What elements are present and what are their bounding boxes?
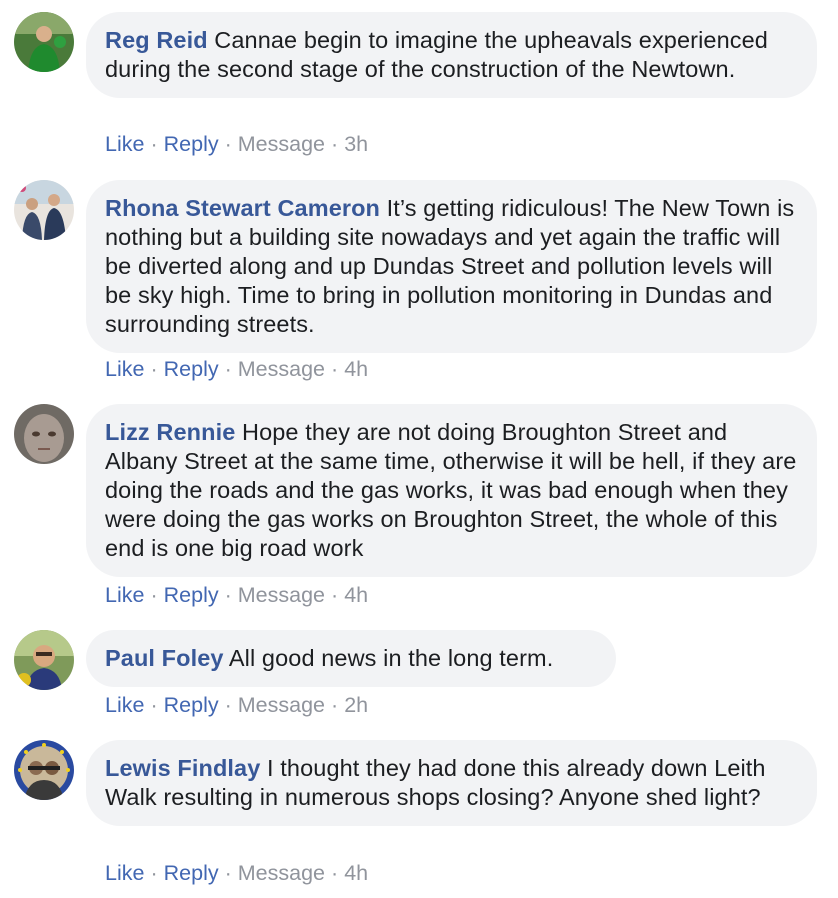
separator: · <box>150 583 158 607</box>
message-link[interactable]: Message <box>238 693 325 717</box>
separator: · <box>224 132 232 156</box>
comment-actions: Like · Reply · Message · 4h <box>105 356 368 382</box>
separator: · <box>331 861 339 885</box>
author-name[interactable]: Lizz Rennie <box>105 419 235 445</box>
author-name[interactable]: Paul Foley <box>105 645 224 671</box>
like-link[interactable]: Like <box>105 693 144 717</box>
timestamp[interactable]: 2h <box>344 693 368 717</box>
comment-bubble: Lewis Findlay I thought they had done th… <box>86 740 817 826</box>
separator: · <box>331 357 339 381</box>
timestamp[interactable]: 4h <box>344 357 368 381</box>
like-link[interactable]: Like <box>105 861 144 885</box>
separator: · <box>331 693 339 717</box>
comment-bubble: Rhona Stewart Cameron It’s getting ridic… <box>86 180 817 353</box>
like-link[interactable]: Like <box>105 583 144 607</box>
avatar[interactable] <box>14 12 74 72</box>
reply-link[interactable]: Reply <box>164 132 219 156</box>
timestamp[interactable]: 4h <box>344 861 368 885</box>
separator: · <box>224 693 232 717</box>
avatar[interactable] <box>14 740 74 800</box>
separator: · <box>331 132 339 156</box>
avatar[interactable] <box>14 630 74 690</box>
reply-link[interactable]: Reply <box>164 693 219 717</box>
avatar[interactable] <box>14 404 74 464</box>
separator: · <box>331 583 339 607</box>
comment-text: All good news in the long term. <box>228 645 554 671</box>
like-link[interactable]: Like <box>105 357 144 381</box>
comment-actions: Like · Reply · Message · 2h <box>105 692 368 718</box>
author-name[interactable]: Rhona Stewart Cameron <box>105 195 380 221</box>
separator: · <box>150 132 158 156</box>
comment-actions: Like · Reply · Message · 4h <box>105 582 368 608</box>
comment-actions: Like · Reply · Message · 3h <box>105 131 368 157</box>
separator: · <box>150 357 158 381</box>
author-name[interactable]: Lewis Findlay <box>105 755 260 781</box>
reply-link[interactable]: Reply <box>164 861 219 885</box>
comment-actions: Like · Reply · Message · 4h <box>105 860 368 886</box>
reply-link[interactable]: Reply <box>164 357 219 381</box>
message-link[interactable]: Message <box>238 357 325 381</box>
separator: · <box>224 861 232 885</box>
timestamp[interactable]: 3h <box>344 132 368 156</box>
separator: · <box>150 861 158 885</box>
reply-link[interactable]: Reply <box>164 583 219 607</box>
author-name[interactable]: Reg Reid <box>105 27 208 53</box>
comment-bubble: Lizz Rennie Hope they are not doing Brou… <box>86 404 817 577</box>
separator: · <box>224 357 232 381</box>
comment-bubble: Reg Reid Cannae begin to imagine the uph… <box>86 12 817 98</box>
message-link[interactable]: Message <box>238 132 325 156</box>
like-link[interactable]: Like <box>105 132 144 156</box>
message-link[interactable]: Message <box>238 861 325 885</box>
avatar[interactable] <box>14 180 74 240</box>
comment-bubble: Paul Foley All good news in the long ter… <box>86 630 616 687</box>
separator: · <box>224 583 232 607</box>
timestamp[interactable]: 4h <box>344 583 368 607</box>
separator: · <box>150 693 158 717</box>
message-link[interactable]: Message <box>238 583 325 607</box>
